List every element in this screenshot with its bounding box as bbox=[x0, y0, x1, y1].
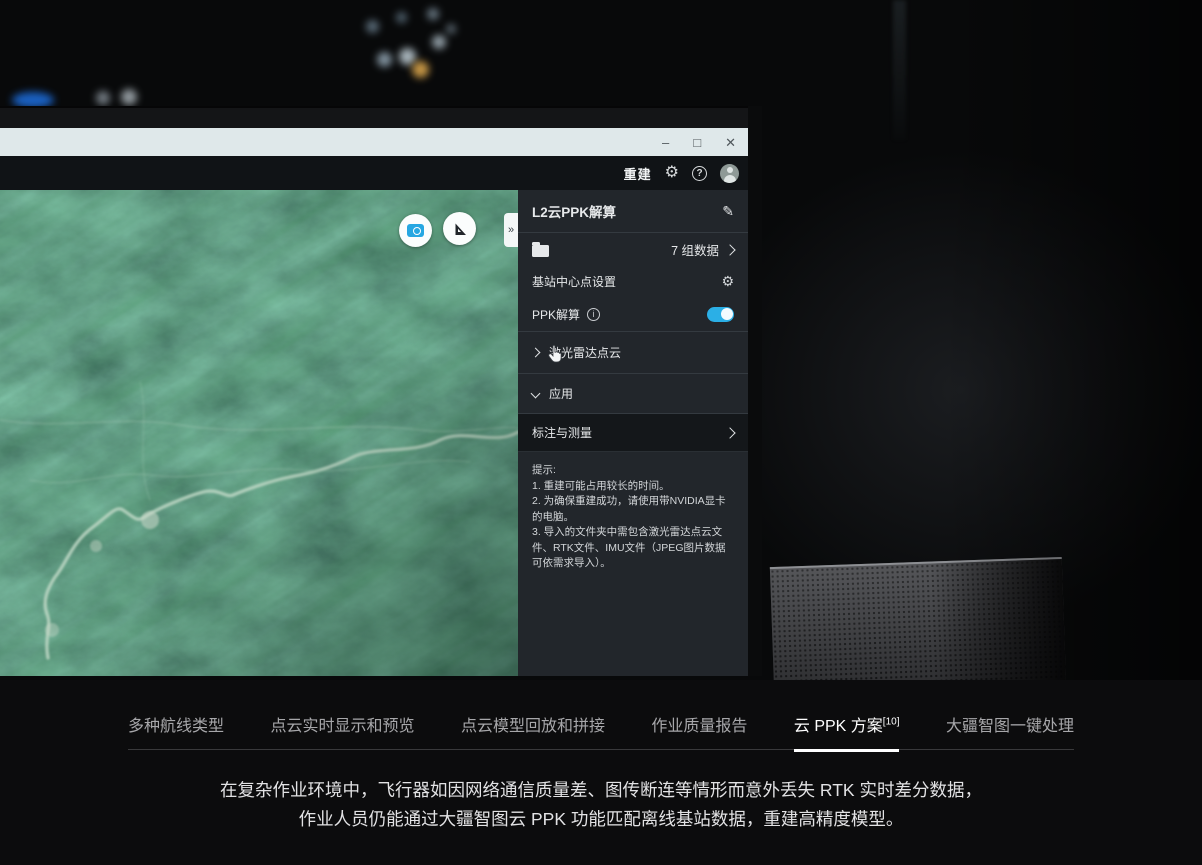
screenshot-camera-button[interactable] bbox=[399, 214, 432, 247]
monitor-bezel-right bbox=[748, 106, 762, 676]
dataset-count: 7 组数据 bbox=[671, 240, 719, 259]
avatar-body bbox=[724, 175, 736, 183]
base-station-label: 基站中心点设置 bbox=[532, 273, 616, 290]
camera-icon bbox=[407, 224, 424, 237]
app-toolbar: 重建 ⚙ ? bbox=[0, 156, 748, 190]
terrain-map bbox=[0, 190, 518, 676]
tip-item: 1. 重建可能占用较长的时间。 bbox=[532, 479, 734, 495]
hand-cursor bbox=[546, 344, 565, 365]
tab-pointcloud-replay[interactable]: 点云模型回放和拼接 bbox=[461, 712, 605, 736]
bokeh-light bbox=[399, 48, 416, 65]
tab-realtime-pointcloud[interactable]: 点云实时显示和预览 bbox=[270, 712, 414, 736]
room-shadow bbox=[942, 0, 1202, 680]
edit-pencil-icon[interactable]: ✎ bbox=[722, 203, 734, 220]
bokeh-light bbox=[446, 24, 456, 34]
bokeh-light bbox=[121, 89, 137, 105]
tab-label: 云 PPK 方案 bbox=[794, 718, 883, 735]
toggle-knob bbox=[721, 308, 733, 320]
bokeh-light bbox=[396, 12, 407, 23]
apply-label: 应用 bbox=[549, 385, 573, 402]
ppk-row: PPK解算 i bbox=[518, 297, 748, 332]
bokeh-light bbox=[96, 91, 110, 105]
maximize-icon[interactable]: □ bbox=[693, 136, 701, 149]
bokeh-light bbox=[432, 35, 446, 49]
panel-collapse-handle[interactable]: » bbox=[504, 213, 518, 247]
chevron-right-icon bbox=[724, 244, 735, 255]
feature-tabs: 多种航线类型 点云实时显示和预览 点云模型回放和拼接 作业质量报告 云 PPK … bbox=[128, 712, 1074, 750]
panel-title: L2云PPK解算 bbox=[532, 201, 616, 221]
description-line-1: 在复杂作业环境中，飞行器如因网络通信质量差、图传断连等情形而意外丢失 RTK 实… bbox=[0, 776, 1202, 805]
ppk-toggle[interactable] bbox=[707, 307, 734, 322]
bokeh-light bbox=[377, 52, 392, 67]
tips-block: 提示: 1. 重建可能占用较长的时间。 2. 为确保重建成功，请使用带NVIDI… bbox=[518, 452, 748, 676]
minimize-icon[interactable]: – bbox=[662, 136, 669, 149]
active-tab-underline bbox=[794, 749, 900, 752]
tab-footnote: [10] bbox=[883, 717, 900, 728]
ruler-triangle-icon bbox=[452, 221, 468, 237]
avatar-head bbox=[727, 167, 733, 173]
measure-tool-button[interactable] bbox=[443, 212, 476, 245]
chevron-right-icon bbox=[724, 427, 735, 438]
window-frame-reflection bbox=[893, 0, 906, 140]
tip-item: 2. 为确保重建成功，请使用带NVIDIA显卡的电脑。 bbox=[532, 494, 734, 525]
map-viewport[interactable]: » bbox=[0, 190, 518, 676]
settings-gear-icon[interactable]: ⚙ bbox=[665, 165, 679, 181]
chevron-down-icon bbox=[531, 389, 541, 399]
window-titlebar: – □ ✕ bbox=[0, 128, 750, 156]
tips-title: 提示: bbox=[532, 463, 734, 479]
chevron-right-icon bbox=[531, 348, 541, 358]
folder-icon bbox=[532, 245, 549, 257]
monitor-bezel-top bbox=[0, 106, 760, 128]
tab-quality-report[interactable]: 作业质量报告 bbox=[651, 712, 747, 736]
annotate-measure-row[interactable]: 标注与测量 bbox=[518, 414, 748, 452]
ppk-label: PPK解算 bbox=[532, 306, 580, 323]
tab-one-click-processing[interactable]: 大疆智图一键处理 bbox=[946, 712, 1074, 736]
gear-icon[interactable]: ⚙ bbox=[721, 273, 734, 290]
video-frame: – □ ✕ 重建 ⚙ ? bbox=[0, 0, 1202, 680]
tab-flight-route-types[interactable]: 多种航线类型 bbox=[128, 712, 224, 736]
bokeh-light bbox=[366, 20, 379, 33]
close-icon[interactable]: ✕ bbox=[725, 136, 736, 149]
help-icon[interactable]: ? bbox=[692, 166, 707, 181]
info-icon[interactable]: i bbox=[587, 308, 600, 321]
feature-description: 在复杂作业环境中，飞行器如因网络通信质量差、图传断连等情形而意外丢失 RTK 实… bbox=[0, 776, 1202, 834]
rebuild-button[interactable]: 重建 bbox=[624, 164, 652, 183]
bokeh-light bbox=[427, 8, 439, 20]
side-panel: L2云PPK解算 ✎ 7 组数据 基站中心点设置 ⚙ PPK解算 i bbox=[518, 190, 748, 676]
tab-cloud-ppk[interactable]: 云 PPK 方案[10] bbox=[794, 712, 900, 736]
dataset-row[interactable]: 7 组数据 bbox=[518, 233, 748, 266]
description-line-2: 作业人员仍能通过大疆智图云 PPK 功能匹配离线基站数据，重建高精度模型。 bbox=[0, 805, 1202, 834]
base-station-row[interactable]: 基站中心点设置 ⚙ bbox=[518, 266, 748, 297]
tip-item: 3. 导入的文件夹中需包含激光雷达点云文件、RTK文件、IMU文件（JPEG图片… bbox=[532, 525, 734, 572]
bokeh-light bbox=[412, 61, 429, 78]
avatar[interactable] bbox=[720, 164, 739, 183]
annotate-label: 标注与测量 bbox=[532, 424, 592, 441]
page: – □ ✕ 重建 ⚙ ? bbox=[0, 0, 1202, 865]
apply-section-header[interactable]: 应用 bbox=[518, 374, 748, 414]
